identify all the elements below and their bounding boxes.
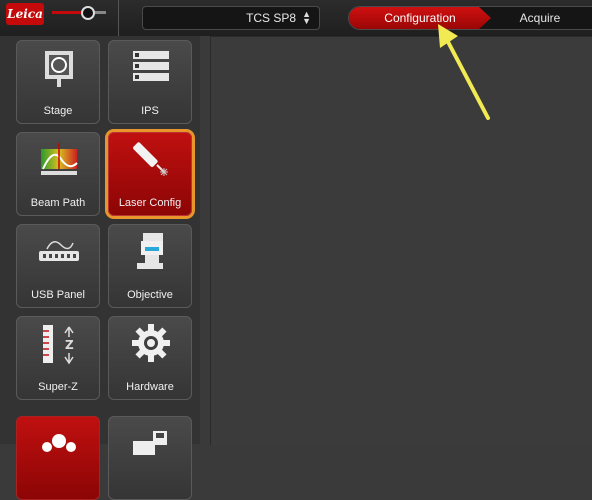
tile-label: Hardware xyxy=(126,381,174,393)
tile-usb-panel[interactable]: USB Panel xyxy=(16,224,100,308)
users-icon xyxy=(42,434,76,452)
tile-label: Beam Path xyxy=(30,197,86,209)
tile-beam-path[interactable]: Beam Path xyxy=(16,132,100,216)
tile-label: Objective xyxy=(127,289,173,301)
top-toolbar: Leica TCS SP8 ▲ ▼ Configuration Acquire xyxy=(0,0,592,36)
tile-ips[interactable]: IPS xyxy=(108,40,192,124)
system-select[interactable]: TCS SP8 ▲ ▼ xyxy=(142,6,320,30)
laser-icon xyxy=(133,142,168,176)
save-icon xyxy=(133,431,167,455)
up-down-arrows-icon: ▲ ▼ xyxy=(302,9,311,26)
tile-hardware[interactable]: Hardware xyxy=(108,316,192,400)
super-z-icon: Z xyxy=(43,325,74,365)
system-select-value: TCS SP8 xyxy=(246,11,297,25)
tab-acquire[interactable]: Acquire xyxy=(495,7,585,29)
objective-icon xyxy=(137,233,163,269)
usb-panel-icon xyxy=(39,241,79,261)
tile-save-settings[interactable] xyxy=(108,416,192,500)
stage-icon xyxy=(45,51,73,87)
main-workspace xyxy=(210,36,592,445)
tile-users[interactable] xyxy=(16,416,100,500)
list-icon xyxy=(133,51,169,81)
tile-objective[interactable]: Objective xyxy=(108,224,192,308)
tile-laser-config[interactable]: Laser Config xyxy=(108,132,192,216)
leica-logo: Leica xyxy=(6,3,44,25)
tile-label: IPS xyxy=(141,105,159,117)
tile-label: USB Panel xyxy=(31,289,85,301)
config-sidebar: Stage IPS Beam Path Laser Config USB Pan… xyxy=(0,36,200,500)
zoom-slider-thumb[interactable] xyxy=(81,6,96,20)
tile-label: Stage xyxy=(43,105,73,117)
gear-icon xyxy=(132,324,170,362)
toolbar-divider xyxy=(118,0,119,36)
tile-stage[interactable]: Stage xyxy=(16,40,100,124)
svg-text:Z: Z xyxy=(65,338,74,352)
tile-label: Laser Config xyxy=(118,197,182,209)
spectrum-icon xyxy=(41,143,78,175)
tile-super-z[interactable]: Z Super-Z xyxy=(16,316,100,400)
tile-label: Super-Z xyxy=(38,381,78,393)
annotation-arrow-icon xyxy=(438,24,490,120)
